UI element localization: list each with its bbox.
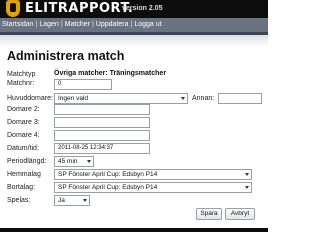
app-logo-text: ELITRAPPORT. [25, 1, 134, 16]
annan-input[interactable] [218, 93, 262, 104]
domare2-label: Domare 2: [7, 106, 40, 113]
save-button[interactable]: Spara [196, 208, 222, 220]
matchtyp-value: Övriga matcher: Träningsmatcher [54, 70, 167, 77]
footer-bar [0, 228, 268, 232]
hemmalag-select[interactable]: SP Fönster April Cup: Edsbyn P14 [54, 169, 252, 180]
domare3-label: Domare 3: [7, 119, 40, 126]
domare2-input[interactable] [54, 104, 150, 115]
chevron-down-icon [83, 199, 87, 202]
cancel-button[interactable]: Avbryt [225, 208, 255, 220]
spelas-label: Spelas: [7, 197, 31, 204]
nav-item-uppdatera[interactable]: Uppdatera [96, 21, 129, 28]
matchnr-label: Matchnr: [7, 80, 35, 87]
periodlangd-select[interactable]: 45 min [54, 156, 94, 167]
annan-label: Annan: [192, 95, 215, 102]
nav-item-startsidan[interactable]: Startsidan [2, 21, 34, 28]
domare3-input[interactable] [54, 117, 150, 128]
chevron-down-icon [245, 173, 249, 176]
bortalag-label: Bortalag: [7, 184, 36, 191]
matchtyp-label: Matchtyp [7, 71, 36, 78]
nav-item-logga-ut[interactable]: Logga ut [134, 21, 161, 28]
domare4-label: Domare 4: [7, 132, 40, 139]
nav-bar: Startsidan | Lagen | Matcher | Uppdatera | Logga… [0, 18, 268, 35]
shield-logo-icon [6, 0, 20, 17]
huvuddomare-select[interactable]: Ingen vald [54, 93, 188, 104]
hemmalag-label: Hemmalag [7, 171, 41, 178]
periodlangd-label: Periodlängd: [7, 158, 47, 165]
chevron-down-icon [245, 186, 249, 189]
huvuddomare-selected: Ingen vald [58, 95, 88, 102]
spelas-selected: Ja [58, 197, 65, 204]
chevron-down-icon [181, 97, 185, 100]
spelas-select[interactable]: Ja [54, 195, 90, 206]
datum-label: Datum/tid: [7, 145, 39, 152]
datum-input[interactable]: 2011-08-25 12:34:37 [54, 143, 150, 154]
nav-item-lagen[interactable]: Lagen [39, 21, 58, 28]
periodlangd-selected: 45 min [58, 158, 78, 165]
huvuddomare-label: Huvuddomare: [7, 95, 53, 102]
version-label: version 2.05 [122, 5, 163, 12]
nav-item-matcher[interactable]: Matcher [65, 21, 90, 28]
page-title: Administrera match [7, 49, 125, 63]
hemmalag-selected: SP Fönster April Cup: Edsbyn P14 [58, 171, 158, 178]
matchnr-input[interactable]: 0 [54, 79, 112, 90]
bortalag-selected: SP Fönster April Cup: Edsbyn P14 [58, 184, 158, 191]
app-header: ELITRAPPORT. version 2.05 [0, 0, 268, 18]
bortalag-select[interactable]: SP Fönster April Cup: Edsbyn P14 [54, 182, 252, 193]
chevron-down-icon [87, 160, 91, 163]
header-shadow [0, 35, 268, 47]
domare4-input[interactable] [54, 130, 150, 141]
